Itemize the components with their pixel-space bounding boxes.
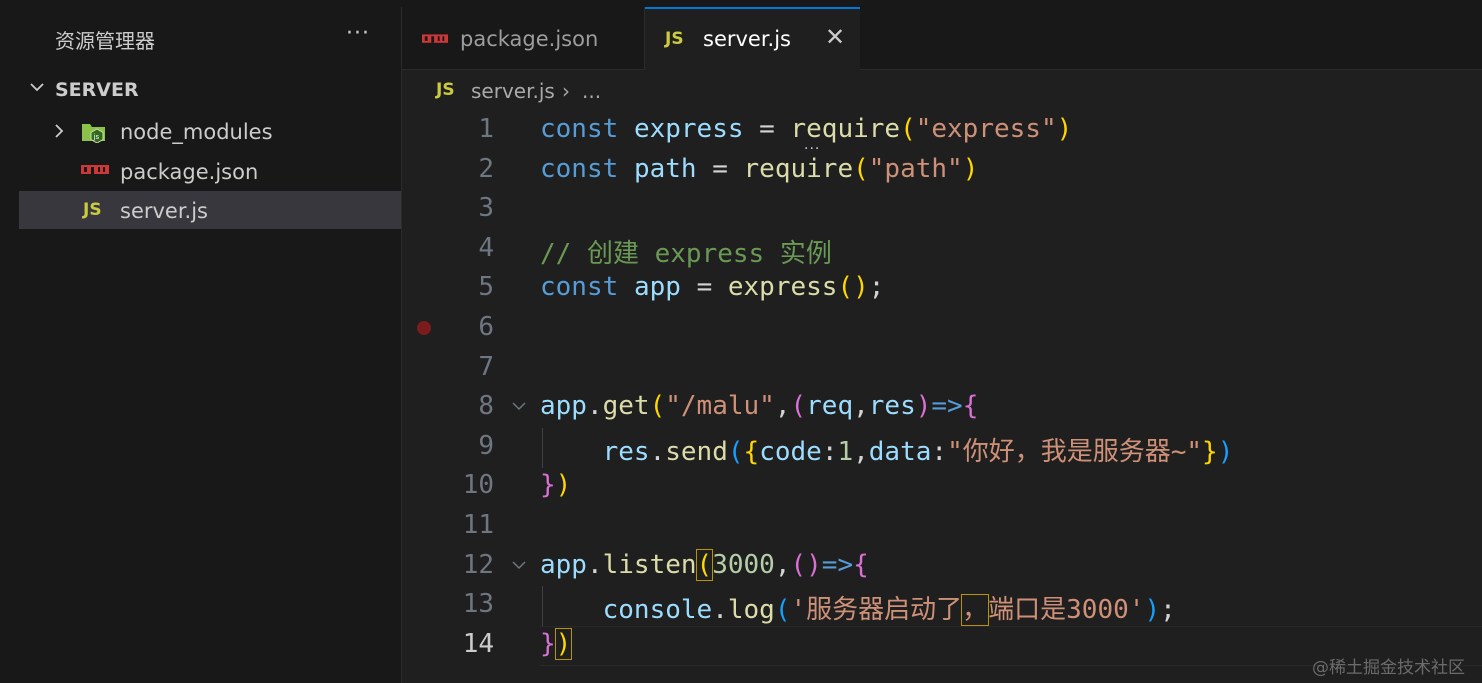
chevron-right-icon xyxy=(55,124,64,138)
code-line: 12 app.listen(3000,()=>{ xyxy=(402,546,1482,586)
nodejs-folder-icon: js xyxy=(82,124,105,143)
workspace-label: SERVER xyxy=(55,79,139,101)
tab-package-json[interactable]: package.json xyxy=(402,7,645,69)
code-text: console.log('服务器启动了，端口是3000'); xyxy=(602,594,1176,626)
code-line: 1 const express = require("express") xyxy=(402,110,1482,150)
code-text: const path = require("path") xyxy=(540,154,979,184)
svg-text:js: js xyxy=(93,133,100,141)
activity-bar xyxy=(0,7,19,683)
code-line: 10 }) xyxy=(402,466,1482,506)
tab-label: package.json xyxy=(460,27,599,51)
npm-icon xyxy=(422,34,448,43)
line-number: 10 xyxy=(462,470,494,500)
code-line: 2 const path = require("path") xyxy=(402,150,1482,190)
code-text: }) xyxy=(540,470,572,500)
code-text: }) xyxy=(540,628,573,660)
code-line: 5 const app = express(); xyxy=(402,268,1482,308)
line-number: 1 xyxy=(478,114,494,144)
line-number: 8 xyxy=(478,391,494,421)
workspace-section-header[interactable]: SERVER xyxy=(19,73,401,107)
code-line: 4 // 创建 express 实例 xyxy=(402,229,1482,269)
code-line: 11 xyxy=(402,506,1482,546)
tree-item-label: server.js xyxy=(120,199,208,223)
code-editor[interactable]: 1 const express = require("express") 2 c… xyxy=(402,108,1482,683)
line-number: 2 xyxy=(478,154,494,184)
js-icon: JS xyxy=(83,200,102,220)
npm-icon xyxy=(81,165,109,174)
js-icon: JS xyxy=(436,80,455,100)
js-icon: JS xyxy=(665,29,684,49)
code-comment: // 创建 express 实例 xyxy=(540,239,832,269)
code-line: 9 res.send({code:1,data:"你好，我是服务器~"}) xyxy=(402,427,1482,467)
line-number: 14 xyxy=(462,629,494,659)
line-number: 9 xyxy=(478,431,494,461)
line-number: 13 xyxy=(462,589,494,619)
editor-tab-bar: package.json JS server.js ✕ xyxy=(402,7,1482,70)
chevron-down-icon xyxy=(30,83,44,92)
line-number: 11 xyxy=(462,510,494,540)
code-line: 7 xyxy=(402,348,1482,388)
code-line: 8 app.get("/malu",(req,res)=>{ xyxy=(402,387,1482,427)
line-number: 6 xyxy=(478,312,494,342)
code-text: const express = require("express") xyxy=(540,114,1073,144)
breadcrumb-file[interactable]: server.js xyxy=(471,79,555,103)
code-text: app.listen(3000,()=>{ xyxy=(540,549,869,581)
more-actions-icon[interactable]: ··· xyxy=(346,21,370,46)
fold-chevron-icon[interactable] xyxy=(512,401,526,411)
code-line: 3 xyxy=(402,189,1482,229)
watermark: @稀土掘金技术社区 xyxy=(1312,658,1465,678)
tab-server-js[interactable]: JS server.js ✕ xyxy=(645,7,860,70)
line-number: 3 xyxy=(478,193,494,223)
tree-item-server-js[interactable]: JS server.js xyxy=(19,191,401,229)
hint-ellipsis: ··· xyxy=(804,141,821,157)
line-number: 5 xyxy=(478,272,494,302)
tab-label: server.js xyxy=(703,27,791,51)
code-text: res.send({code:1,data:"你好，我是服务器~"}) xyxy=(602,437,1234,467)
chevron-right-icon: › xyxy=(562,79,570,103)
explorer-sidebar: 资源管理器 ··· SERVER js node_modules package… xyxy=(19,7,402,683)
breakpoint-icon[interactable] xyxy=(417,321,431,335)
code-text: app.get("/malu",(req,res)=>{ xyxy=(540,391,979,421)
title-strip xyxy=(0,0,1482,7)
line-number: 7 xyxy=(478,352,494,382)
fold-chevron-icon[interactable] xyxy=(512,560,526,570)
tree-item-label: node_modules xyxy=(120,120,273,144)
code-line: 13 console.log('服务器启动了，端口是3000'); xyxy=(402,585,1482,626)
code-text: const app = express(); xyxy=(540,272,885,302)
code-line: 6 xyxy=(402,308,1482,348)
breadcrumb-more[interactable]: ... xyxy=(582,79,601,103)
close-icon[interactable]: ✕ xyxy=(825,23,845,51)
tree-item-package-json[interactable]: package.json xyxy=(19,152,401,190)
line-number: 4 xyxy=(478,233,494,263)
tree-item-label: package.json xyxy=(120,160,259,184)
line-number: 12 xyxy=(462,550,494,580)
tree-item-node-modules[interactable]: js node_modules xyxy=(19,112,401,150)
explorer-title: 资源管理器 xyxy=(55,29,155,53)
